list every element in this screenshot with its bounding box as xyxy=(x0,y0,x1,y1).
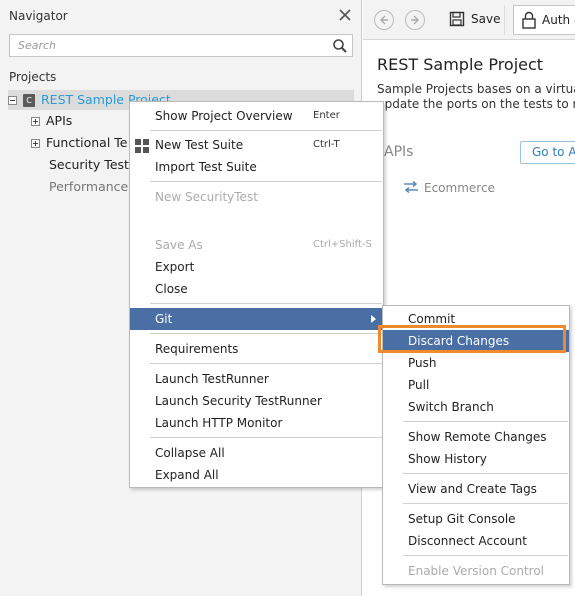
search-icon[interactable] xyxy=(332,38,348,54)
menu-separator xyxy=(150,303,382,304)
submenu-arrow-icon xyxy=(371,315,376,323)
close-icon[interactable] xyxy=(337,7,353,23)
menu-item-label: Git xyxy=(155,312,173,326)
menu-item-label: Push xyxy=(408,356,437,370)
menu-item-label: New Test Suite xyxy=(155,138,244,152)
menu-item-close[interactable]: Close xyxy=(130,278,383,300)
menu-item-label: Switch Branch xyxy=(408,400,494,414)
project-icon: C xyxy=(23,94,35,107)
menu-item-label: Show Project Overview xyxy=(155,109,293,123)
menu-separator xyxy=(150,437,382,438)
projects-label: Projects xyxy=(9,70,57,84)
lock-icon xyxy=(521,11,537,32)
menu-item-disconnect-account[interactable]: Disconnect Account xyxy=(383,530,569,552)
menu-item-requirements[interactable]: Requirements xyxy=(130,338,383,360)
menu-item-show-remote-changes[interactable]: Show Remote Changes xyxy=(383,426,569,448)
menu-item-setup-git-console[interactable]: Setup Git Console xyxy=(383,508,569,530)
forward-button[interactable] xyxy=(405,10,425,30)
tree-item-functional-tests[interactable]: Functional Te xyxy=(31,133,127,153)
tree-item-label: Security Tests xyxy=(49,157,136,172)
menu-item-launch-testrunner[interactable]: Launch TestRunner xyxy=(130,368,383,390)
menu-item-export[interactable]: Export xyxy=(130,256,383,278)
transfer-icon xyxy=(403,180,419,196)
menu-item-switch-branch[interactable]: Switch Branch xyxy=(383,396,569,418)
menu-item-shortcut: Ctrl-T xyxy=(313,139,340,150)
menu-separator xyxy=(150,181,382,182)
menu-item-label: Collapse All xyxy=(155,446,225,460)
menu-item-enable-version-control: Enable Version Control xyxy=(383,560,569,582)
description-line: Sample Projects bases on a virtualiz xyxy=(377,82,575,96)
menu-item-label: Requirements xyxy=(155,342,239,356)
menu-item-label: New SecurityTest xyxy=(155,190,258,204)
menu-item-label: Export xyxy=(155,260,195,274)
menu-item-new-test-suite[interactable]: New Test Suite Ctrl-T xyxy=(130,134,383,156)
page-title: REST Sample Project xyxy=(377,55,544,74)
menu-item-label: Launch HTTP Monitor xyxy=(155,416,283,430)
menu-item-label: Disconnect Account xyxy=(408,534,527,548)
collapse-icon[interactable] xyxy=(8,96,17,105)
menu-item-label: Enable Version Control xyxy=(408,564,545,578)
menu-item-label: Show Remote Changes xyxy=(408,430,547,444)
save-button[interactable]: Save xyxy=(443,5,505,35)
menu-separator xyxy=(403,503,568,504)
menu-item-collapse-all[interactable]: Collapse All xyxy=(130,442,383,464)
menu-item-import-test-suite[interactable]: Import Test Suite xyxy=(130,156,383,178)
menu-item-new-security-test: New SecurityTest xyxy=(130,186,383,208)
menu-item-save-as: Save As Ctrl+Shift-S xyxy=(130,234,383,256)
menu-item-pull[interactable]: Pull xyxy=(383,374,569,396)
menu-item-label: Launch Security TestRunner xyxy=(155,394,322,408)
tree-item-security-tests[interactable]: Security Tests xyxy=(49,155,135,175)
highlight-callout-frame xyxy=(378,325,566,353)
menu-separator xyxy=(403,473,568,474)
menu-item-label: View and Create Tags xyxy=(408,482,537,496)
ecommerce-item[interactable]: Ecommerce xyxy=(385,180,495,196)
menu-item-launch-security-testrunner[interactable]: Launch Security TestRunner xyxy=(130,390,383,412)
editor-toolbar: Save Auth & xyxy=(363,0,575,40)
menu-separator xyxy=(150,130,382,131)
project-description: Sample Projects bases on a virtualiz upd… xyxy=(377,82,575,112)
tree-item-label: Functional Te xyxy=(46,135,128,150)
description-line: update the ports on the tests to reflec xyxy=(377,97,575,111)
menu-item-view-create-tags[interactable]: View and Create Tags xyxy=(383,478,569,500)
menu-item-shortcut: Ctrl+Shift-S xyxy=(313,239,372,250)
menu-item-label: Import Test Suite xyxy=(155,160,257,174)
menu-separator xyxy=(150,333,382,334)
save-icon xyxy=(449,11,465,30)
menu-item-label: Close xyxy=(155,282,188,296)
menu-item-label: Setup Git Console xyxy=(408,512,516,526)
menu-item-show-history[interactable]: Show History xyxy=(383,448,569,470)
menu-item-expand-all[interactable]: Expand All xyxy=(130,464,383,486)
tree-item-label: APIs xyxy=(46,113,73,128)
menu-item-label: Launch TestRunner xyxy=(155,372,269,386)
grid-icon xyxy=(135,138,149,153)
search-input[interactable]: Search xyxy=(9,34,353,57)
ecommerce-label: Ecommerce xyxy=(424,181,495,195)
menu-item-shortcut: Enter xyxy=(313,110,340,121)
apis-heading: APIs xyxy=(384,144,414,160)
auth-button[interactable]: Auth & xyxy=(513,5,575,35)
menu-item-label: Pull xyxy=(408,378,430,392)
go-to-apis-button[interactable]: Go to AP xyxy=(520,141,575,164)
tree-item-performance[interactable]: Performance xyxy=(49,177,128,197)
menu-item-show-project-overview[interactable]: Show Project Overview Enter xyxy=(130,105,383,127)
menu-separator xyxy=(150,363,382,364)
menu-item-launch-http-monitor[interactable]: Launch HTTP Monitor xyxy=(130,412,383,434)
search-placeholder: Search xyxy=(18,39,57,52)
menu-separator xyxy=(403,555,568,556)
save-label: Save xyxy=(471,12,501,26)
menu-item-label: Expand All xyxy=(155,468,219,482)
back-button[interactable] xyxy=(374,10,394,30)
tree-item-apis[interactable]: APIs xyxy=(31,111,72,131)
auth-label: Auth & xyxy=(542,13,575,27)
menu-item-label: Save As xyxy=(155,238,203,252)
expand-icon[interactable] xyxy=(31,139,40,148)
menu-item-push[interactable]: Push xyxy=(383,352,569,374)
tree-item-label: Performance xyxy=(49,179,129,194)
context-menu: Show Project Overview Enter New Test Sui… xyxy=(129,101,384,488)
menu-item-label: Show History xyxy=(408,452,487,466)
navigator-title: Navigator xyxy=(9,9,68,23)
menu-separator xyxy=(403,421,568,422)
menu-item-git[interactable]: Git xyxy=(130,308,383,330)
expand-icon[interactable] xyxy=(31,117,40,126)
